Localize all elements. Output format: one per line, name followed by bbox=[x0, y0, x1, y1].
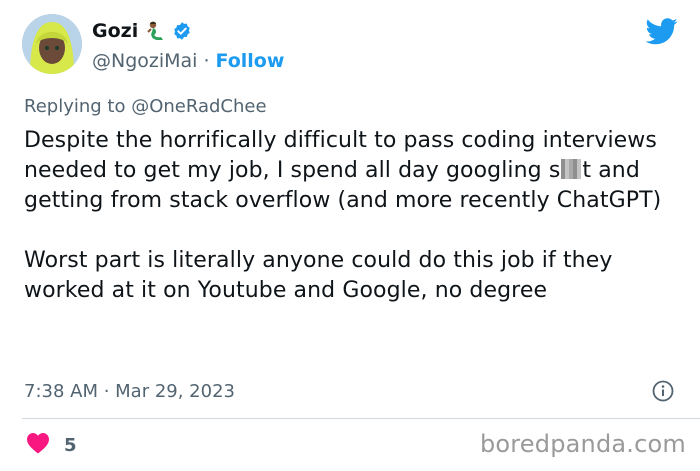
divider bbox=[22, 418, 700, 419]
twitter-bird-icon[interactable] bbox=[645, 18, 678, 49]
censor-pixelation bbox=[561, 159, 582, 179]
tweet-timestamp[interactable]: 7:38 AM · Mar 29, 2023 bbox=[24, 381, 235, 402]
replying-to-line: Replying to @OneRadChee bbox=[24, 96, 267, 117]
author-handle[interactable]: @NgoziMai bbox=[92, 50, 197, 72]
avatar[interactable] bbox=[22, 14, 82, 74]
author-display-name[interactable]: Gozi bbox=[92, 20, 138, 42]
follow-button[interactable]: Follow bbox=[216, 50, 285, 72]
heart-icon[interactable] bbox=[26, 432, 50, 459]
mermaid-emoji-icon bbox=[144, 20, 166, 42]
separator-dot: · bbox=[203, 50, 210, 72]
author-name-row: Gozi bbox=[92, 20, 192, 42]
like-count: 5 bbox=[64, 435, 77, 456]
likes-row[interactable]: 5 bbox=[26, 432, 77, 459]
reply-mention-link[interactable]: @OneRadChee bbox=[131, 96, 266, 117]
replying-to-label: Replying to bbox=[24, 96, 126, 117]
verified-badge-icon bbox=[172, 21, 192, 41]
info-icon[interactable] bbox=[652, 380, 674, 406]
tweet-text: Despite the horrifically difficult to pa… bbox=[24, 126, 684, 306]
tweet-card: Gozi @NgoziMai · Follow Replying to @One bbox=[0, 0, 700, 471]
author-handle-row: @NgoziMai · Follow bbox=[92, 50, 284, 72]
watermark: boredpanda.com bbox=[479, 430, 686, 458]
